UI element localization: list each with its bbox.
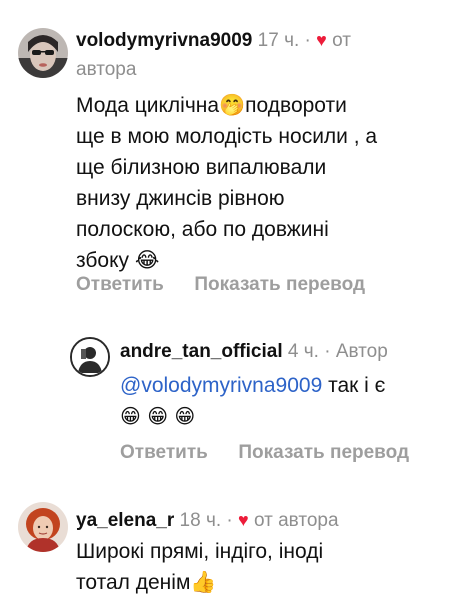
translate-button[interactable]: Показать перевод <box>194 274 365 295</box>
separator-dot: · <box>324 341 331 362</box>
comments-thread: volodymyrivna9009 17 ч. · ♥ от автора Мо… <box>0 0 454 600</box>
separator-dot: · <box>304 30 311 51</box>
reply-button[interactable]: Ответить <box>120 442 208 463</box>
heart-icon: ♥ <box>316 30 327 50</box>
comment-line: ще білизною випалювали <box>76 156 327 179</box>
separator-dot: · <box>226 510 233 531</box>
comment-line: полоскою, або по довжині <box>76 218 329 241</box>
comment-header: volodymyrivna9009 17 ч. · ♥ от <box>76 26 436 55</box>
mention-link[interactable]: @volodymyrivna9009 <box>120 374 322 397</box>
avatar[interactable] <box>18 28 68 78</box>
user-photo-icon <box>18 502 68 552</box>
author-badge-line1: от <box>332 30 351 51</box>
author-badge-line2: автора <box>76 59 137 80</box>
author-badge: от автора <box>253 510 339 531</box>
comment-actions: Ответить Показать перевод <box>76 272 365 298</box>
username[interactable]: volodymyrivna9009 <box>76 30 252 51</box>
comment-text-rest: так і є <box>322 374 386 397</box>
comment-line: внизу джинсів рівною <box>76 187 285 210</box>
avatar[interactable] <box>70 337 110 377</box>
avatar[interactable] <box>18 502 68 552</box>
reply-button[interactable]: Ответить <box>76 274 164 295</box>
username[interactable]: ya_elena_r <box>76 510 174 531</box>
comment-line: Мода циклічна🤭подвороти <box>76 94 347 117</box>
user-photo-icon <box>72 339 108 375</box>
comment-actions: Ответить Показать перевод <box>120 440 409 466</box>
user-photo-icon <box>18 28 68 78</box>
comment-line: Широкі прямі, індіго, іноді <box>76 540 324 563</box>
heart-icon: ♥ <box>238 510 249 530</box>
comment-line: ще в мою молодість носили , а <box>76 125 378 148</box>
comment-header: ya_elena_r 18 ч. · ♥ от автора <box>76 506 446 535</box>
emoji-line: 😁 😁 😁 <box>120 404 196 428</box>
username[interactable]: andre_tan_official <box>120 341 283 362</box>
comment-text: Широкі прямі, індіго, іноді тотал денім👍 <box>76 536 446 598</box>
comment-line: тотал денім👍 <box>76 571 217 594</box>
comment-text: @volodymyrivna9009 так і є 😁 😁 😁 <box>120 370 450 432</box>
timestamp: 18 ч. <box>179 510 222 531</box>
translate-button[interactable]: Показать перевод <box>238 442 409 463</box>
comment-text: Мода циклічна🤭подвороти ще в мою молодіс… <box>76 90 446 276</box>
author-badge: Автор <box>335 341 388 362</box>
comment-line: @volodymyrivna9009 так і є <box>120 370 450 401</box>
comment-header: andre_tan_official 4 ч. · Автор <box>120 338 450 366</box>
timestamp: 17 ч. <box>257 30 300 51</box>
timestamp: 4 ч. <box>287 341 319 362</box>
